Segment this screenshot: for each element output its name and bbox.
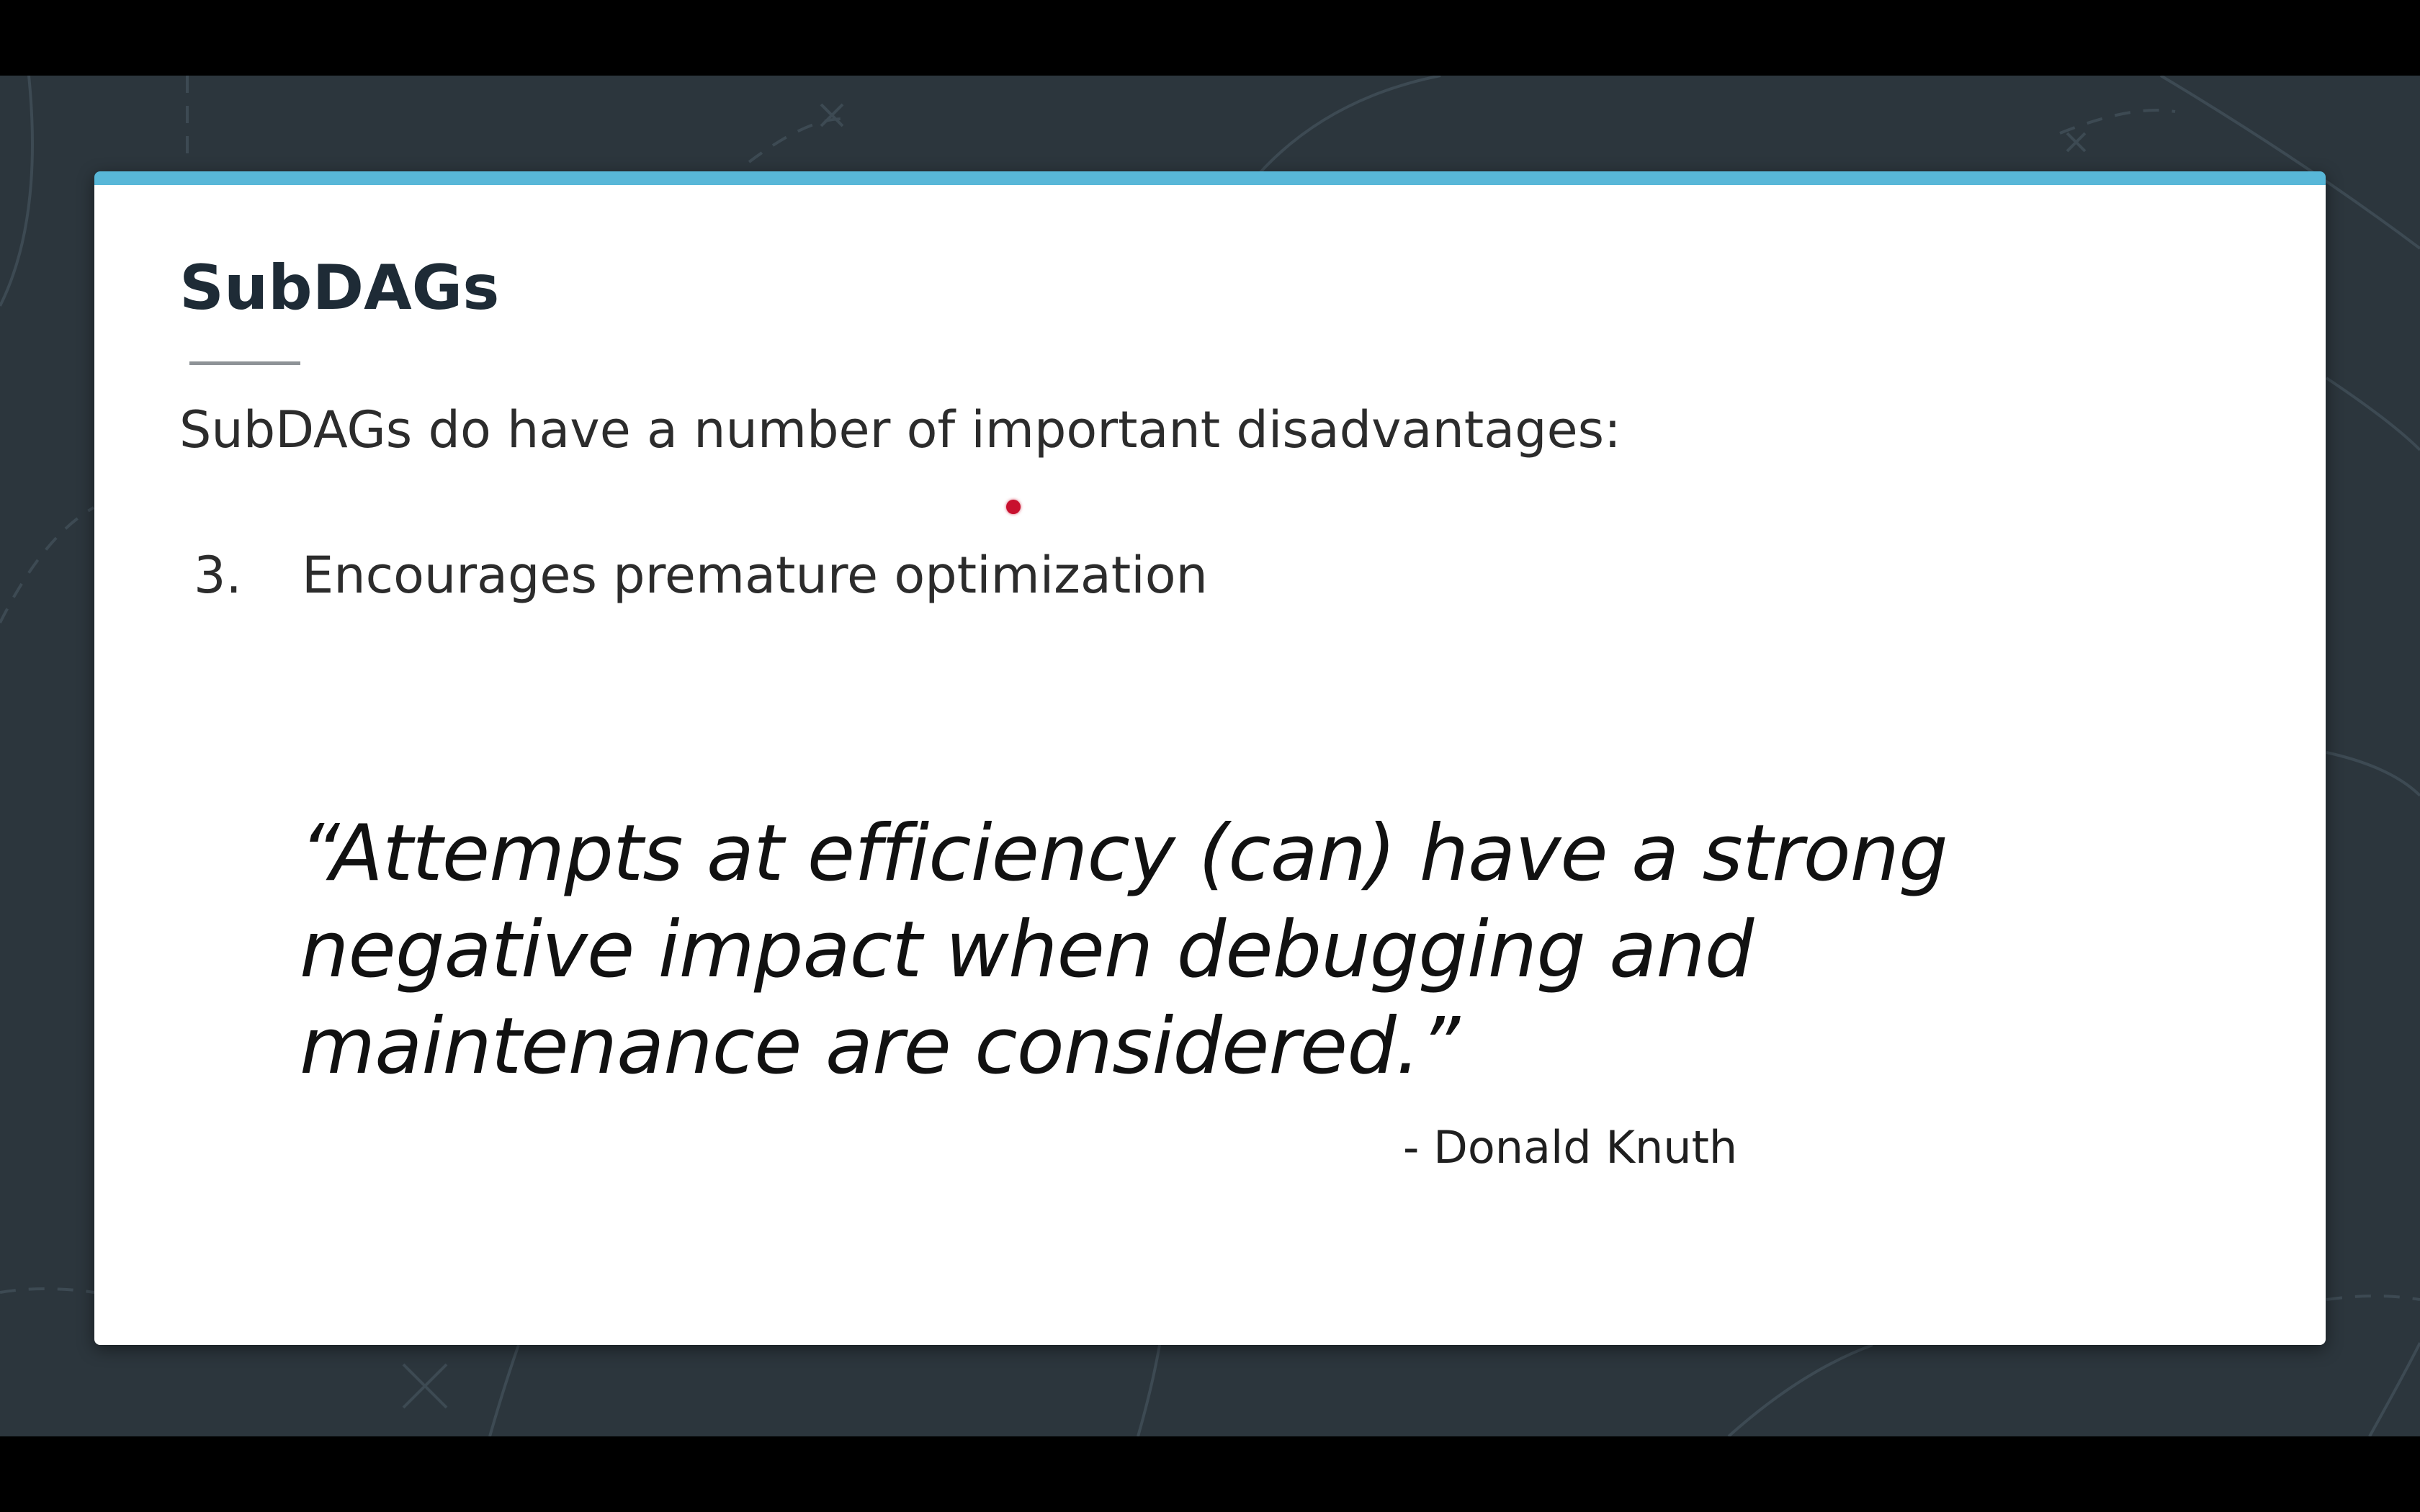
slide-stage: SubDAGs SubDAGs do have a number of impo…: [0, 76, 2420, 1436]
list-item: 3. Encourages premature optimization: [194, 545, 1208, 606]
quote-attribution: - Donald Knuth: [1403, 1121, 1738, 1174]
slide-card: SubDAGs SubDAGs do have a number of impo…: [94, 171, 2326, 1345]
title-underline: [189, 361, 300, 365]
intro-text: SubDAGs do have a number of important di…: [179, 400, 1621, 459]
list-item-number: 3.: [194, 546, 242, 605]
video-frame: SubDAGs SubDAGs do have a number of impo…: [0, 0, 2420, 1512]
list-item-text: Encourages premature optimization: [302, 546, 1208, 605]
laser-pointer-dot: [1006, 500, 1021, 514]
slide-title: SubDAGs: [179, 252, 500, 324]
quote-text: “Attempts at efficiency (can) have a str…: [300, 809, 1948, 1092]
